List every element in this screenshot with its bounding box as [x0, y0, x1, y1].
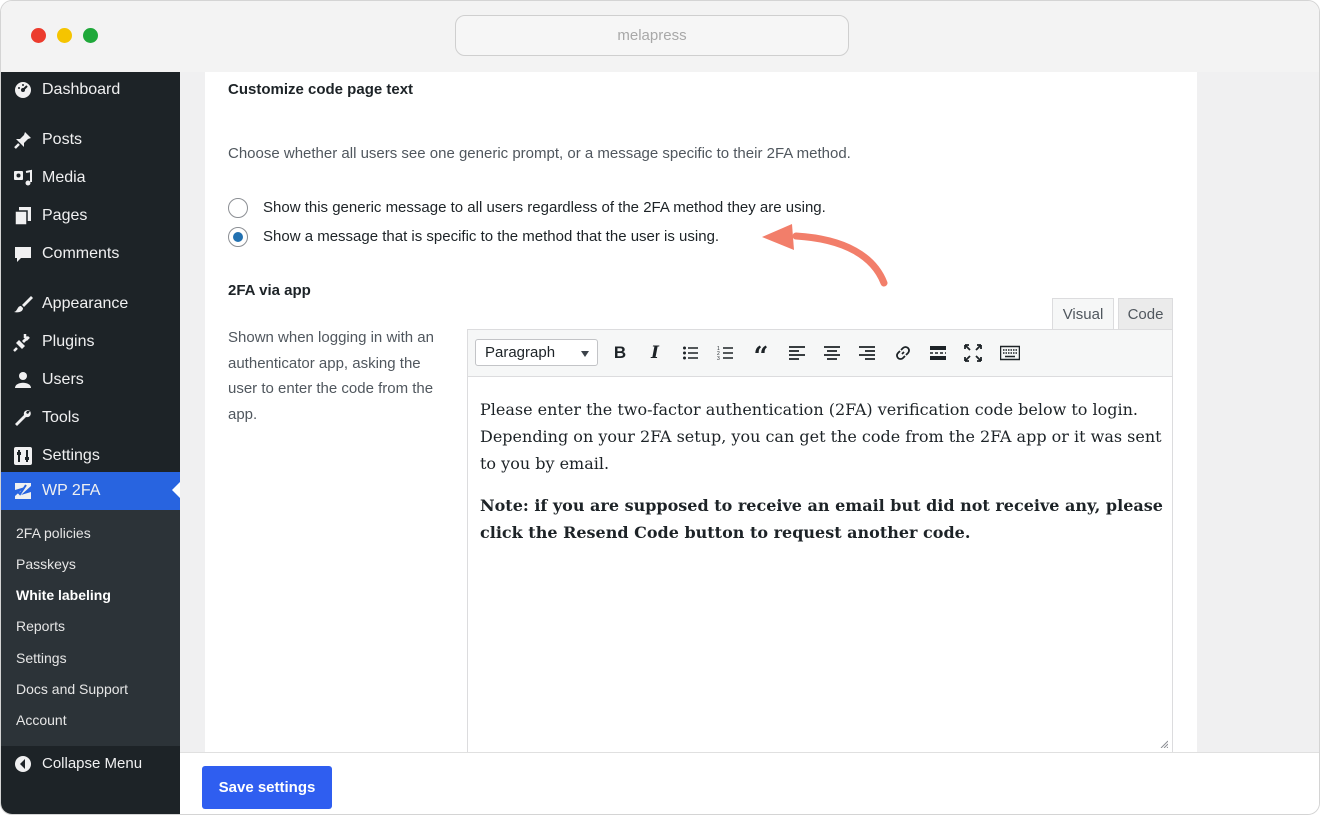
settings-sliders-icon: [13, 446, 33, 466]
submenu-item-passkeys[interactable]: Passkeys: [16, 555, 76, 573]
submenu-item-account[interactable]: Account: [16, 711, 67, 729]
link-icon[interactable]: [892, 342, 914, 364]
submenu-item-2fa-policies[interactable]: 2FA policies: [16, 524, 91, 542]
sidebar-item-pages[interactable]: Pages: [1, 198, 180, 234]
sidebar-item-label: Media: [42, 169, 86, 186]
editor-paragraph: Please enter the two-factor authenticati…: [480, 400, 1162, 473]
sidebar-item-plugins[interactable]: Plugins: [1, 324, 180, 360]
editor-toolbar: Paragraph B I 123 “: [468, 330, 1172, 377]
collapse-arrow-icon: [13, 754, 33, 774]
sidebar-item-label: Comments: [42, 245, 120, 262]
sidebar-item-label: Pages: [42, 207, 88, 224]
chevron-down-icon: [581, 351, 589, 357]
plug-icon: [13, 332, 33, 352]
wp2fa-submenu: 2FA policies Passkeys White labeling Rep…: [1, 510, 180, 746]
media-icon: [13, 168, 33, 188]
fullscreen-icon[interactable]: [962, 342, 984, 364]
sidebar-item-label: WP 2FA: [42, 482, 101, 499]
comment-icon: [13, 244, 33, 264]
close-window-button[interactable]: [31, 28, 46, 43]
sidebar-item-label: Plugins: [42, 333, 95, 350]
app-help-text: Shown when logging in with an authentica…: [228, 329, 434, 423]
submenu-item-white-labeling[interactable]: White labeling: [16, 586, 111, 604]
sidebar-item-media[interactable]: Media: [1, 160, 180, 196]
sidebar-item-label: Appearance: [42, 295, 129, 312]
align-right-icon[interactable]: [856, 342, 878, 364]
sidebar-item-tools[interactable]: Tools: [1, 400, 180, 436]
sidebar-item-settings[interactable]: Settings: [1, 438, 180, 474]
sidebar-item-label: Dashboard: [42, 81, 121, 98]
settings-footer: Save settings: [180, 752, 1319, 814]
rich-text-editor[interactable]: Paragraph B I 123 “ Please enter the two…: [467, 329, 1173, 759]
sidebar-item-users[interactable]: Users: [1, 362, 180, 398]
blockquote-icon[interactable]: “: [750, 342, 772, 372]
user-icon: [13, 370, 33, 390]
sidebar-item-posts[interactable]: Posts: [1, 122, 180, 158]
maximize-window-button[interactable]: [83, 28, 98, 43]
wp2fa-logo-icon: [13, 481, 33, 501]
pushpin-icon: [13, 130, 33, 150]
submenu-item-reports[interactable]: Reports: [16, 617, 65, 635]
numbered-list-icon[interactable]: 123: [715, 342, 737, 364]
collapse-menu-label: Collapse Menu: [42, 755, 143, 772]
bullet-list-icon[interactable]: [680, 342, 702, 364]
sidebar-item-label: Users: [42, 371, 84, 388]
admin-sidebar: Dashboard Posts Media Pages Comments App…: [1, 72, 180, 814]
paintbrush-icon: [13, 294, 33, 314]
sidebar-item-appearance[interactable]: Appearance: [1, 286, 180, 322]
sidebar-item-dashboard[interactable]: Dashboard: [1, 72, 180, 108]
submenu-item-docs-support[interactable]: Docs and Support: [16, 680, 128, 698]
align-center-icon[interactable]: [821, 342, 843, 364]
app-section-title: 2FA via app: [228, 282, 311, 299]
minimize-window-button[interactable]: [57, 28, 72, 43]
svg-text:3: 3: [717, 356, 720, 362]
format-select-value: Paragraph: [485, 344, 556, 361]
radio-button[interactable]: [228, 198, 248, 218]
collapse-menu-button[interactable]: Collapse Menu: [1, 746, 180, 782]
sidebar-item-label: Settings: [42, 447, 100, 464]
tab-code[interactable]: Code: [1118, 298, 1173, 330]
align-left-icon[interactable]: [786, 342, 808, 364]
read-more-icon[interactable]: [927, 342, 949, 364]
pages-icon: [13, 206, 33, 226]
section-description: Choose whether all users see one generic…: [228, 145, 851, 162]
toolbar-toggle-icon[interactable]: [998, 342, 1020, 364]
editor-paragraph-bold: Note: if you are supposed to receive an …: [480, 496, 1163, 542]
browser-window: melapress Dashboard Posts Media Pages Co…: [0, 0, 1320, 815]
bold-icon[interactable]: B: [609, 342, 631, 364]
sidebar-item-comments[interactable]: Comments: [1, 236, 180, 272]
resize-handle-icon[interactable]: [1160, 740, 1168, 748]
submenu-item-settings[interactable]: Settings: [16, 649, 67, 667]
annotation-arrow-icon: [762, 224, 888, 287]
radio-label: Show this generic message to all users r…: [263, 199, 826, 216]
address-bar[interactable]: melapress: [455, 15, 849, 56]
format-select[interactable]: Paragraph: [475, 339, 598, 366]
sidebar-item-label: Tools: [42, 409, 80, 426]
wrench-icon: [13, 408, 33, 428]
dashboard-icon: [13, 80, 33, 100]
sidebar-item-label: Posts: [42, 131, 83, 148]
section-title: Customize code page text: [228, 81, 414, 98]
active-indicator: [172, 482, 180, 498]
radio-button-checked[interactable]: [228, 227, 248, 247]
radio-label: Show a message that is specific to the m…: [263, 228, 720, 245]
editor-content[interactable]: Please enter the two-factor authenticati…: [480, 396, 1164, 546]
sidebar-item-wp2fa[interactable]: WP 2FA: [1, 472, 180, 510]
tab-visual[interactable]: Visual: [1052, 298, 1114, 330]
italic-icon[interactable]: I: [644, 342, 666, 364]
browser-titlebar: melapress: [1, 1, 1319, 72]
save-settings-button[interactable]: Save settings: [202, 766, 332, 809]
